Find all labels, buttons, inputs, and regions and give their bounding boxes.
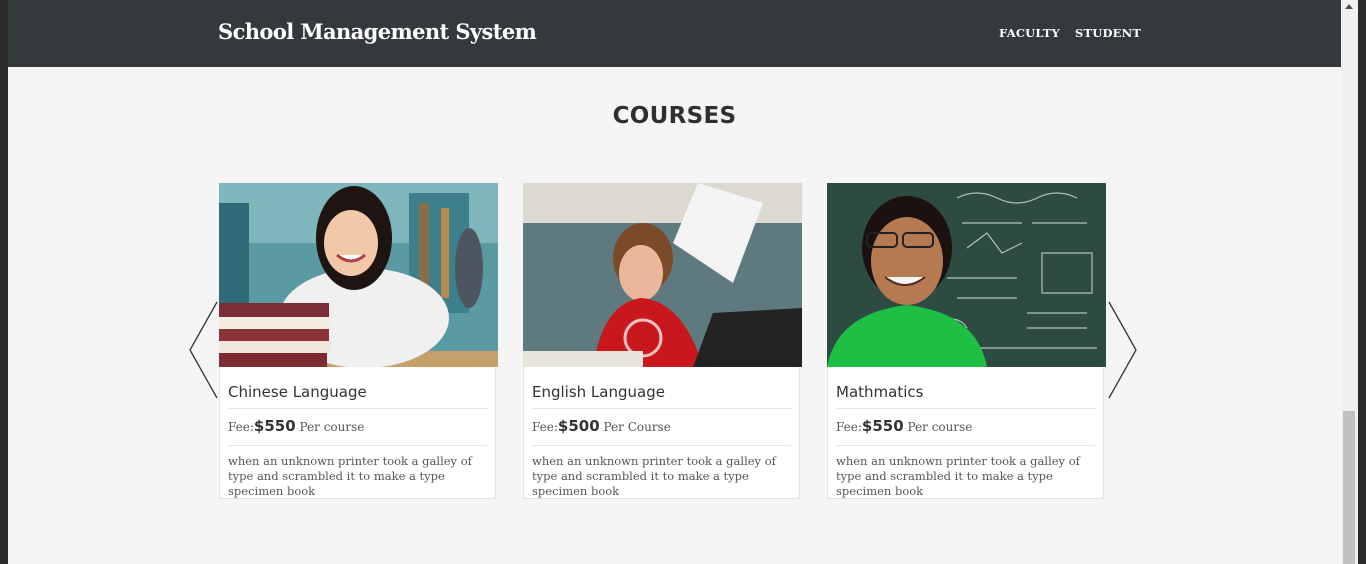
course-card[interactable]: Mathmatics Fee:$550 Per course when an u…	[827, 183, 1106, 499]
nav-link-student[interactable]: STUDENT	[1075, 26, 1141, 40]
course-title[interactable]: Chinese Language	[228, 383, 487, 401]
divider	[532, 445, 791, 446]
fee-label: Fee:	[228, 420, 254, 434]
chevron-right-icon	[1108, 301, 1137, 399]
window-edge	[1358, 0, 1366, 564]
fee-suffix: Per course	[299, 420, 365, 434]
course-fee: Fee:$550 Per course	[228, 417, 364, 435]
course-fee: Fee:$550 Per course	[836, 417, 972, 435]
course-title[interactable]: Mathmatics	[836, 383, 1095, 401]
course-description: when an unknown printer took a galley of…	[532, 454, 776, 498]
page-viewport: School Management System FACULTY STUDENT…	[8, 0, 1341, 564]
course-title[interactable]: English Language	[532, 383, 791, 401]
course-image-student-with-laptop	[523, 183, 802, 367]
course-fee: Fee:$500 Per Course	[532, 417, 671, 435]
course-image-boy-at-chalkboard	[827, 183, 1106, 367]
carousel-next-button[interactable]	[1106, 300, 1138, 404]
divider	[836, 408, 1095, 409]
divider	[836, 445, 1095, 446]
scroll-up-arrow-icon[interactable]	[1345, 4, 1353, 9]
fee-amount: $550	[861, 417, 904, 435]
section-title: COURSES	[612, 103, 737, 129]
course-image-student-with-books	[219, 183, 498, 367]
fee-label: Fee:	[836, 420, 862, 434]
brand-logo-text[interactable]: School Management System	[218, 19, 537, 44]
divider	[532, 408, 791, 409]
nav-link-faculty[interactable]: FACULTY	[999, 26, 1060, 40]
scrollbar-thumb[interactable]	[1343, 411, 1355, 564]
course-description: when an unknown printer took a galley of…	[836, 454, 1080, 498]
course-card[interactable]: English Language Fee:$500 Per Course whe…	[523, 183, 802, 499]
divider	[228, 408, 487, 409]
fee-label: Fee:	[532, 420, 558, 434]
fee-suffix: Per course	[907, 420, 973, 434]
divider	[228, 445, 487, 446]
chevron-left-icon	[189, 301, 218, 399]
vertical-scrollbar[interactable]	[1341, 0, 1358, 564]
navbar: School Management System FACULTY STUDENT	[8, 0, 1341, 67]
course-card[interactable]: Chinese Language Fee:$550 Per course whe…	[219, 183, 498, 499]
fee-suffix: Per Course	[603, 420, 671, 434]
fee-amount: $500	[557, 417, 600, 435]
carousel-prev-button[interactable]	[188, 300, 220, 404]
fee-amount: $550	[253, 417, 296, 435]
course-description: when an unknown printer took a galley of…	[228, 454, 472, 498]
